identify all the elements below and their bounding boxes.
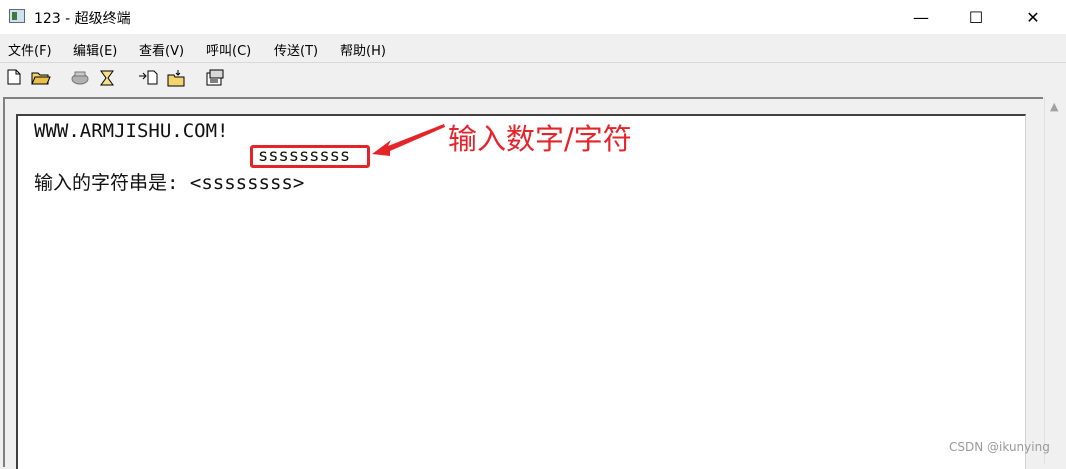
annotation-arrow-icon bbox=[372, 124, 445, 156]
receive-file-icon[interactable] bbox=[166, 69, 185, 87]
new-document-icon[interactable] bbox=[5, 69, 23, 87]
title-bar: 123 - 超级终端 — ☐ ✕ bbox=[0, 0, 1066, 34]
close-button[interactable]: ✕ bbox=[1010, 0, 1056, 34]
terminal-line-result: 输入的字符串是: <ssssssss> bbox=[34, 172, 305, 194]
toolbar bbox=[0, 62, 1066, 93]
menu-view[interactable]: 查看(V) bbox=[139, 40, 184, 59]
send-file-icon[interactable] bbox=[138, 69, 158, 87]
watermark: CSDN @ikunying bbox=[949, 440, 1050, 454]
hyperterminal-app-icon[interactable] bbox=[9, 9, 25, 23]
disconnect-icon[interactable] bbox=[98, 69, 116, 87]
menu-bar: 文件(F) 编辑(E) 查看(V) 呼叫(C) 传送(T) 帮助(H) bbox=[0, 36, 1066, 60]
vertical-scrollbar[interactable]: ▲ bbox=[1044, 97, 1066, 464]
terminal-line-banner: WWW.ARMJISHU.COM! bbox=[34, 120, 229, 142]
menu-transfer[interactable]: 传送(T) bbox=[274, 40, 318, 59]
open-folder-icon[interactable] bbox=[31, 69, 51, 87]
menu-file[interactable]: 文件(F) bbox=[8, 40, 52, 59]
menu-edit[interactable]: 编辑(E) bbox=[73, 40, 117, 59]
annotation-label: 输入数字/字符 bbox=[448, 122, 632, 156]
maximize-button[interactable]: ☐ bbox=[953, 0, 999, 34]
menu-help[interactable]: 帮助(H) bbox=[340, 40, 386, 59]
annotation-highlight-box bbox=[250, 145, 370, 168]
menu-call[interactable]: 呼叫(C) bbox=[206, 40, 251, 59]
window-title: 123 - 超级终端 bbox=[34, 11, 131, 27]
phone-icon[interactable] bbox=[70, 69, 89, 87]
scroll-up-arrow-icon[interactable]: ▲ bbox=[1050, 100, 1058, 113]
properties-icon[interactable] bbox=[205, 69, 224, 87]
minimize-button[interactable]: — bbox=[898, 0, 944, 34]
